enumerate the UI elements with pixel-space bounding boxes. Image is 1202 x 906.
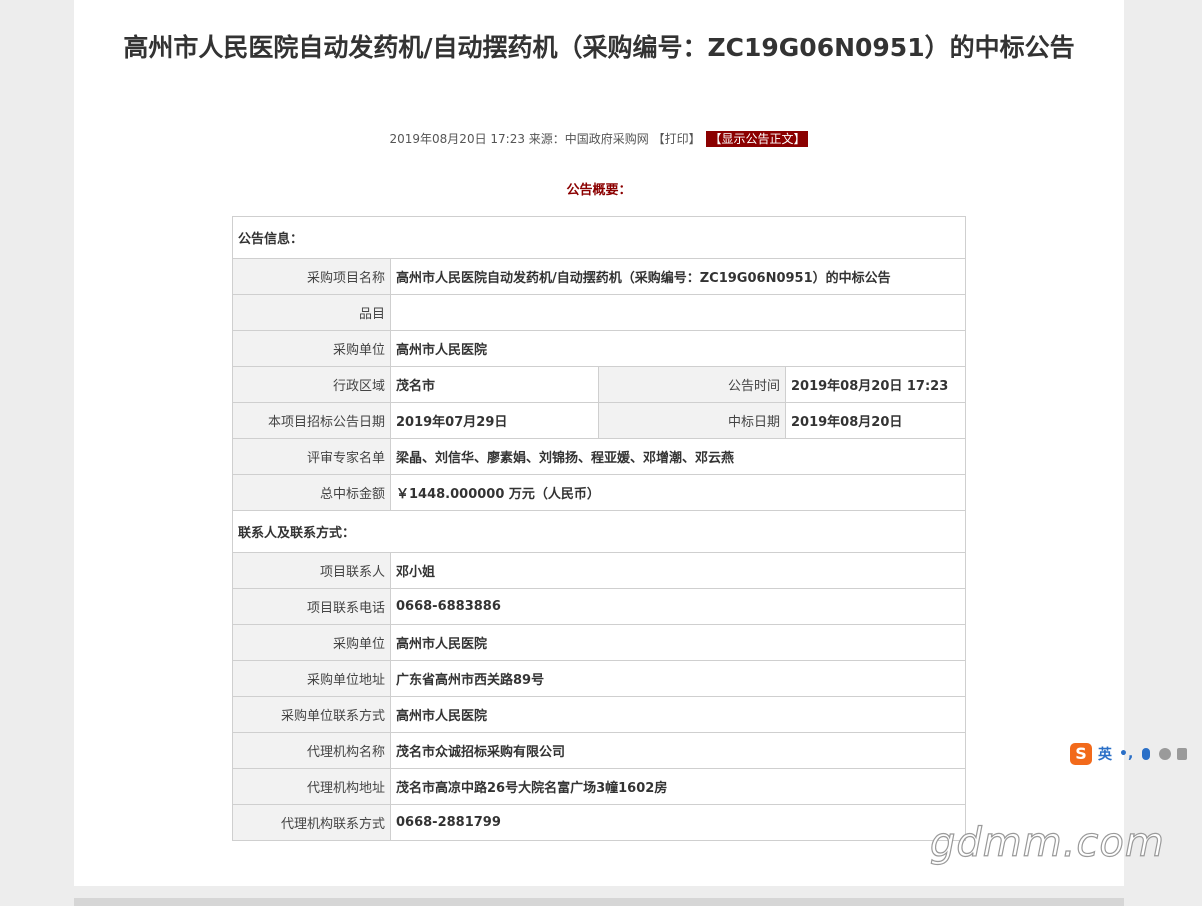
ime-language-toggle[interactable]: 英 <box>1098 744 1112 764</box>
agency-address-label: 代理机构地址 <box>232 768 391 805</box>
award-date-value: 2019年08月20日 <box>785 402 966 439</box>
publish-time-label: 公告时间 <box>598 366 786 403</box>
category-label: 品目 <box>232 294 391 331</box>
user-icon[interactable] <box>1159 748 1172 760</box>
page-title: 高州市人民医院自动发药机/自动摆药机（采购编号：ZC19G06N0951）的中标… <box>123 33 1075 62</box>
table-row: 代理机构联系方式 0668-2881799 <box>232 804 966 841</box>
purchaser-address-label: 采购单位地址 <box>232 660 391 697</box>
contact-purchaser-label: 采购单位 <box>232 624 391 661</box>
ime-punctuation-toggle[interactable]: •, <box>1119 746 1133 762</box>
award-date-label: 中标日期 <box>598 402 786 439</box>
agency-address-value: 茂名市高凉中路26号大院名富广场3幢1602房 <box>390 768 966 805</box>
table-row: 代理机构地址 茂名市高凉中路26号大院名富广场3幢1602房 <box>232 768 966 805</box>
agency-contact-value: 0668-2881799 <box>390 804 966 841</box>
agency-name-value: 茂名市众诚招标采购有限公司 <box>390 732 966 769</box>
ime-toolbar[interactable]: S 英 •, <box>1070 741 1202 767</box>
publish-time-value: 2019年08月20日 17:23 <box>785 366 966 403</box>
announcement-meta: 2019年08月20日 17:23 来源：中国政府采购网 【打印】 【显示公告正… <box>74 130 1124 148</box>
table-row: 采购项目名称 高州市人民医院自动发药机/自动摆药机（采购编号：ZC19G06N0… <box>232 258 966 295</box>
print-link[interactable]: 【打印】 <box>653 132 701 146</box>
sogou-logo-icon[interactable]: S <box>1070 743 1092 765</box>
contact-phone-label: 项目联系电话 <box>232 588 391 625</box>
show-full-text-button[interactable]: 【显示公告正文】 <box>706 131 809 147</box>
amount-value: ￥1448.000000 万元（人民币） <box>390 474 966 511</box>
table-row: 品目 <box>232 294 966 331</box>
tender-date-value: 2019年07月29日 <box>390 402 599 439</box>
watermark: gdmm.com <box>929 819 1165 866</box>
purchaser-contact-value: 高州市人民医院 <box>390 696 966 733</box>
table-row: 行政区域 茂名市 公告时间 2019年08月20日 17:23 <box>232 366 966 403</box>
category-value <box>390 294 966 331</box>
agency-name-label: 代理机构名称 <box>232 732 391 769</box>
project-name-label: 采购项目名称 <box>232 258 391 295</box>
table-row: 采购单位地址 广东省高州市西关路89号 <box>232 660 966 697</box>
table-row: 项目联系人 邓小姐 <box>232 552 966 589</box>
contact-purchaser-value: 高州市人民医院 <box>390 624 966 661</box>
table-row: 代理机构名称 茂名市众诚招标采购有限公司 <box>232 732 966 769</box>
contact-person-label: 项目联系人 <box>232 552 391 589</box>
table-row: 联系人及联系方式： <box>232 510 966 553</box>
section-info-heading: 公告信息： <box>232 216 966 259</box>
agency-contact-label: 代理机构联系方式 <box>232 804 391 841</box>
contact-person-value: 邓小姐 <box>390 552 966 589</box>
table-row: 总中标金额 ￥1448.000000 万元（人民币） <box>232 474 966 511</box>
table-row: 本项目招标公告日期 2019年07月29日 中标日期 2019年08月20日 <box>232 402 966 439</box>
table-row: 项目联系电话 0668-6883886 <box>232 588 966 625</box>
announcement-summary-table: 公告信息： 采购项目名称 高州市人民医院自动发药机/自动摆药机（采购编号：ZC1… <box>232 216 966 841</box>
region-label: 行政区域 <box>232 366 391 403</box>
region-value: 茂名市 <box>390 366 599 403</box>
table-row: 公告信息： <box>232 216 966 259</box>
purchaser-address-value: 广东省高州市西关路89号 <box>390 660 966 697</box>
experts-label: 评审专家名单 <box>232 438 391 475</box>
table-row: 采购单位 高州市人民医院 <box>232 624 966 661</box>
purchaser-label: 采购单位 <box>232 330 391 367</box>
experts-value: 梁晶、刘信华、廖素娟、刘锦扬、程亚媛、邓增潮、邓云燕 <box>390 438 966 475</box>
tender-date-label: 本项目招标公告日期 <box>232 402 391 439</box>
bottom-bar <box>74 898 1124 906</box>
project-name-value: 高州市人民医院自动发药机/自动摆药机（采购编号：ZC19G06N0951）的中标… <box>390 258 966 295</box>
microphone-icon[interactable] <box>1142 748 1151 760</box>
announcement-page: 高州市人民医院自动发药机/自动摆药机（采购编号：ZC19G06N0951）的中标… <box>74 0 1124 886</box>
contact-phone-value: 0668-6883886 <box>390 588 966 625</box>
purchaser-contact-label: 采购单位联系方式 <box>232 696 391 733</box>
table-row: 采购单位联系方式 高州市人民医院 <box>232 696 966 733</box>
table-row: 评审专家名单 梁晶、刘信华、廖素娟、刘锦扬、程亚媛、邓增潮、邓云燕 <box>232 438 966 475</box>
date-source: 2019年08月20日 17:23 来源：中国政府采购网 <box>389 132 649 146</box>
amount-label: 总中标金额 <box>232 474 391 511</box>
section-contact-heading: 联系人及联系方式： <box>232 510 966 553</box>
table-row: 采购单位 高州市人民医院 <box>232 330 966 367</box>
skin-icon[interactable] <box>1177 748 1188 760</box>
purchaser-value: 高州市人民医院 <box>390 330 966 367</box>
summary-heading: 公告概要： <box>566 183 632 198</box>
